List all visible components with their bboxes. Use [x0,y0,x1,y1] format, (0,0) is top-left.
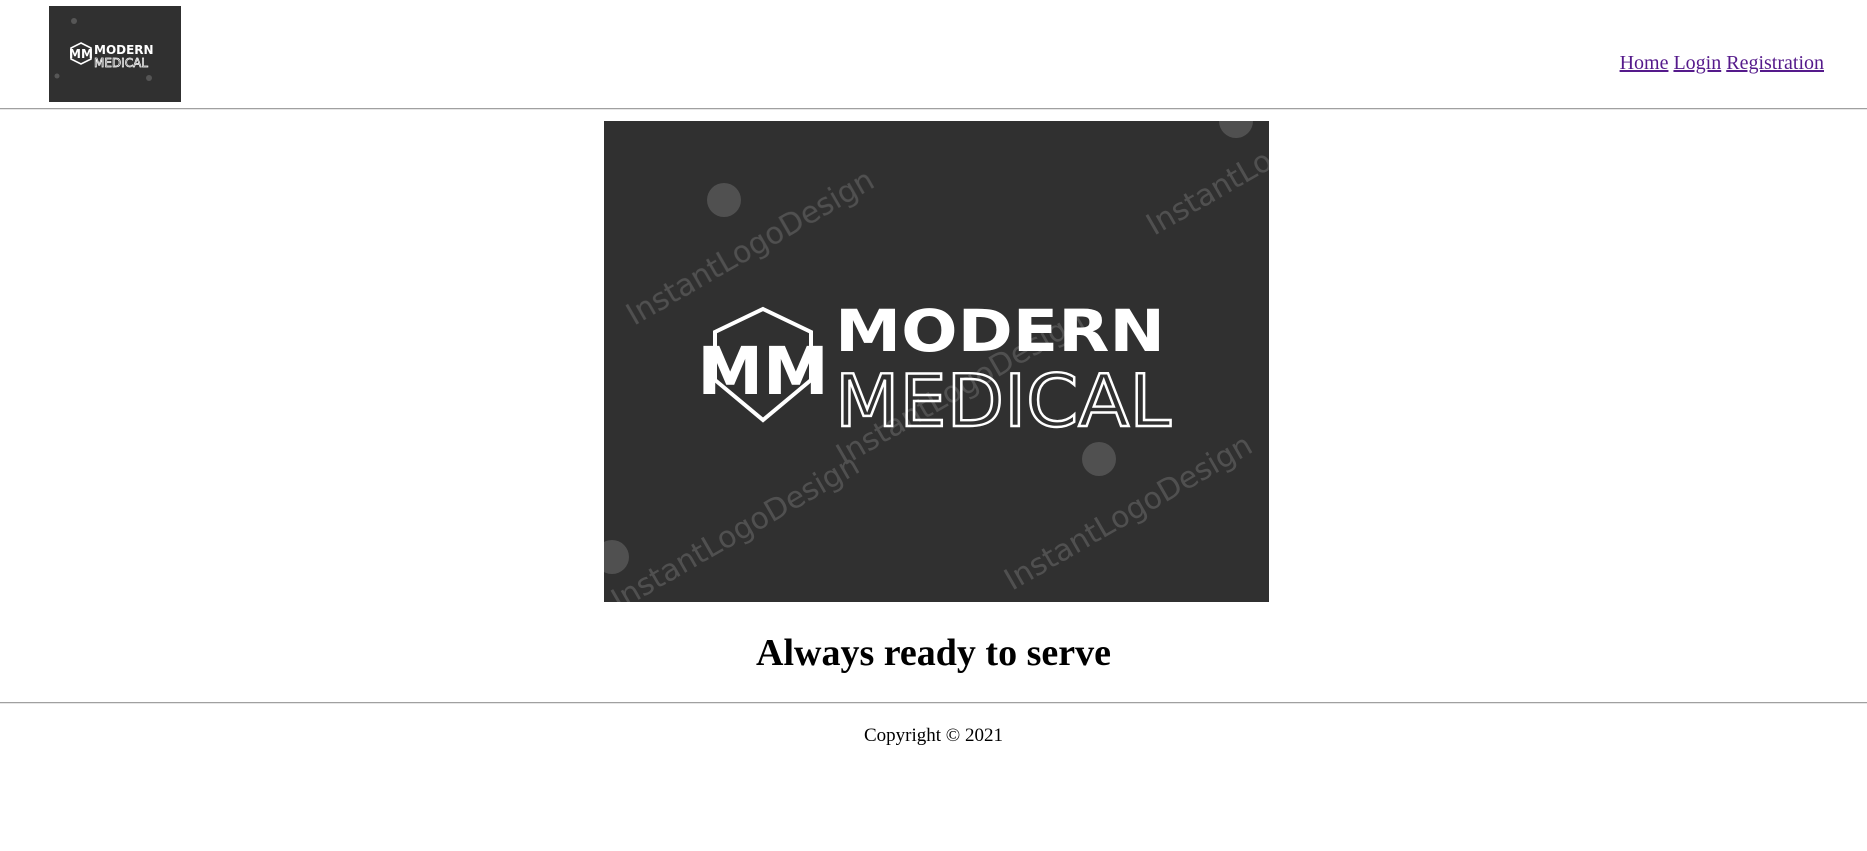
header-logo-image: MM MODERN MEDICAL [49,6,181,102]
footer-divider [0,702,1867,704]
header-logo-line2: MEDICAL [94,56,148,70]
hero-logo-monogram: MM [697,333,828,410]
main-nav: Home Login Registration [1620,52,1824,75]
hero-logo-line1: MODERN [835,297,1165,365]
watermark-icon [707,183,741,217]
header-logo-monogram: MM [69,47,93,61]
nav-link-home[interactable]: Home [1620,52,1669,74]
hero-logo-image: InstantLogoDesign InstantLogoDesign Inst… [604,121,1269,602]
header-divider [0,108,1867,110]
header-logo[interactable]: MM MODERN MEDICAL [49,6,181,102]
tagline-heading: Always ready to serve [756,632,1111,674]
watermark-icon [1082,442,1116,476]
copyright-text: Copyright © 2021 [864,725,1003,746]
hero-logo-banner: InstantLogoDesign InstantLogoDesign Inst… [604,121,1269,602]
nav-link-login[interactable]: Login [1673,52,1721,74]
site-footer: Copyright © 2021 [0,725,1867,747]
hero-logo-line2: MEDICAL [835,359,1171,443]
header-logo-line1: MODERN [94,43,154,57]
nav-link-registration[interactable]: Registration [1726,52,1824,74]
site-header: MM MODERN MEDICAL Home Login Registratio… [0,0,1867,108]
